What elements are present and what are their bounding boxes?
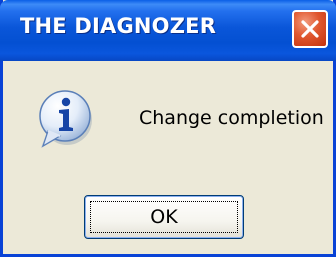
message-dialog: THE DIAGNOZER Change completion OK [0,0,336,257]
dialog-body: Change completion OK [3,61,333,254]
ok-button[interactable]: OK [84,195,244,239]
close-icon [301,20,319,38]
close-button[interactable] [292,10,328,48]
info-icon [39,90,92,148]
dialog-title: THE DIAGNOZER [20,14,217,38]
dialog-message: Change completion [139,107,324,129]
title-bar[interactable]: THE DIAGNOZER [0,0,336,61]
ok-button-label: OK [150,206,178,228]
